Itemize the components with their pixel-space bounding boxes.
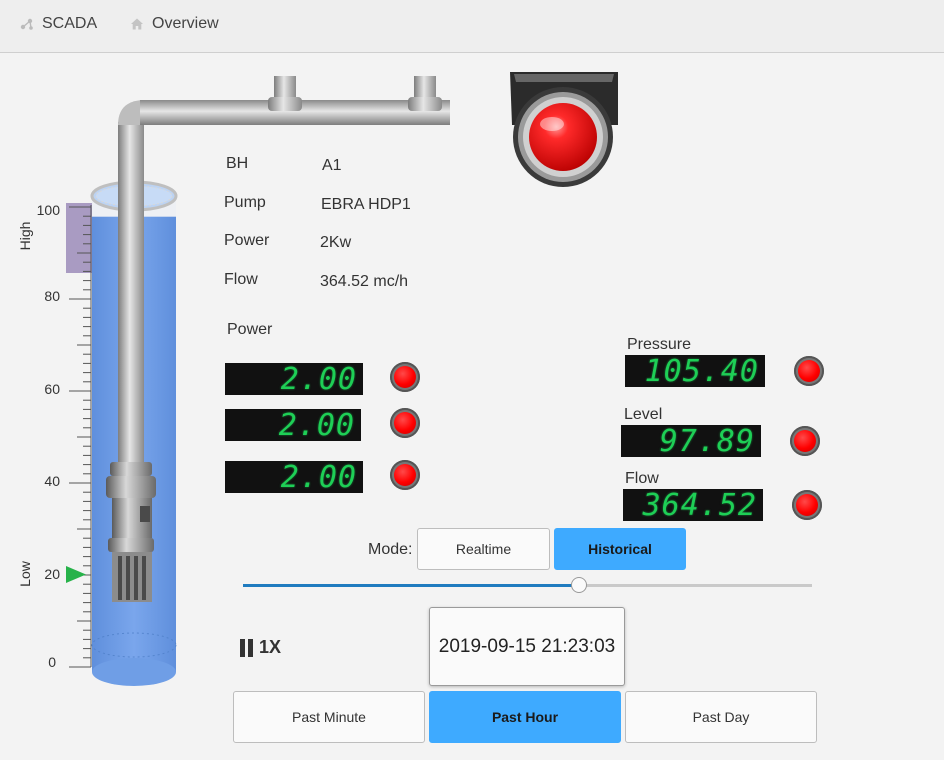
past-hour-button[interactable]: Past Hour	[429, 691, 621, 743]
submersible-pump	[106, 462, 156, 602]
flow-display: 364.52	[623, 488, 763, 523]
info-flow-label: Flow	[224, 271, 258, 288]
info-flow-value: 364.52 mc/h	[320, 273, 409, 290]
pause-icon[interactable]	[240, 638, 253, 657]
mode-label: Mode:	[368, 541, 413, 558]
power-section-title: Power	[227, 321, 273, 338]
info-pump-value: EBRA HDP1	[321, 196, 411, 213]
power-display-2: 2.00	[225, 408, 361, 443]
pressure-label: Pressure	[627, 336, 692, 353]
pressure-indicator	[794, 356, 824, 386]
timeline-slider[interactable]	[243, 576, 812, 596]
timestamp-display[interactable]: 2019-09-15 21:23:03	[429, 607, 625, 686]
pressure-display: 105.40	[625, 354, 765, 389]
alarm-lamp	[510, 72, 618, 187]
past-minute-button[interactable]: Past Minute	[233, 691, 425, 743]
mode-historical-button[interactable]: Historical	[554, 528, 686, 570]
playback-control[interactable]: 1X	[240, 637, 281, 658]
flow-label: Flow	[625, 470, 659, 487]
info-bh-label: BH	[226, 155, 249, 172]
power-indicator-1	[390, 362, 420, 392]
flow-indicator	[792, 490, 822, 520]
level-indicator	[790, 426, 820, 456]
slider-fill	[243, 584, 579, 587]
past-day-button[interactable]: Past Day	[625, 691, 817, 743]
tank-scale-ruler	[66, 203, 92, 667]
mode-realtime-button[interactable]: Realtime	[417, 528, 550, 570]
playback-speed[interactable]: 1X	[259, 637, 281, 658]
power-indicator-3	[390, 460, 420, 490]
info-bh-value: A1	[322, 157, 342, 174]
info-power-label: Power	[224, 232, 270, 249]
power-display-3: 2.00	[225, 460, 363, 495]
info-pump-label: Pump	[224, 194, 266, 211]
scale-ticks	[69, 206, 91, 668]
level-label: Level	[624, 406, 663, 423]
low-level-marker	[66, 566, 86, 583]
power-display-1: 2.00	[225, 362, 363, 397]
info-power-value: 2Kw	[320, 234, 352, 251]
level-display: 97.89	[621, 424, 761, 459]
slider-thumb[interactable]	[570, 577, 587, 593]
power-indicator-2	[390, 408, 420, 438]
